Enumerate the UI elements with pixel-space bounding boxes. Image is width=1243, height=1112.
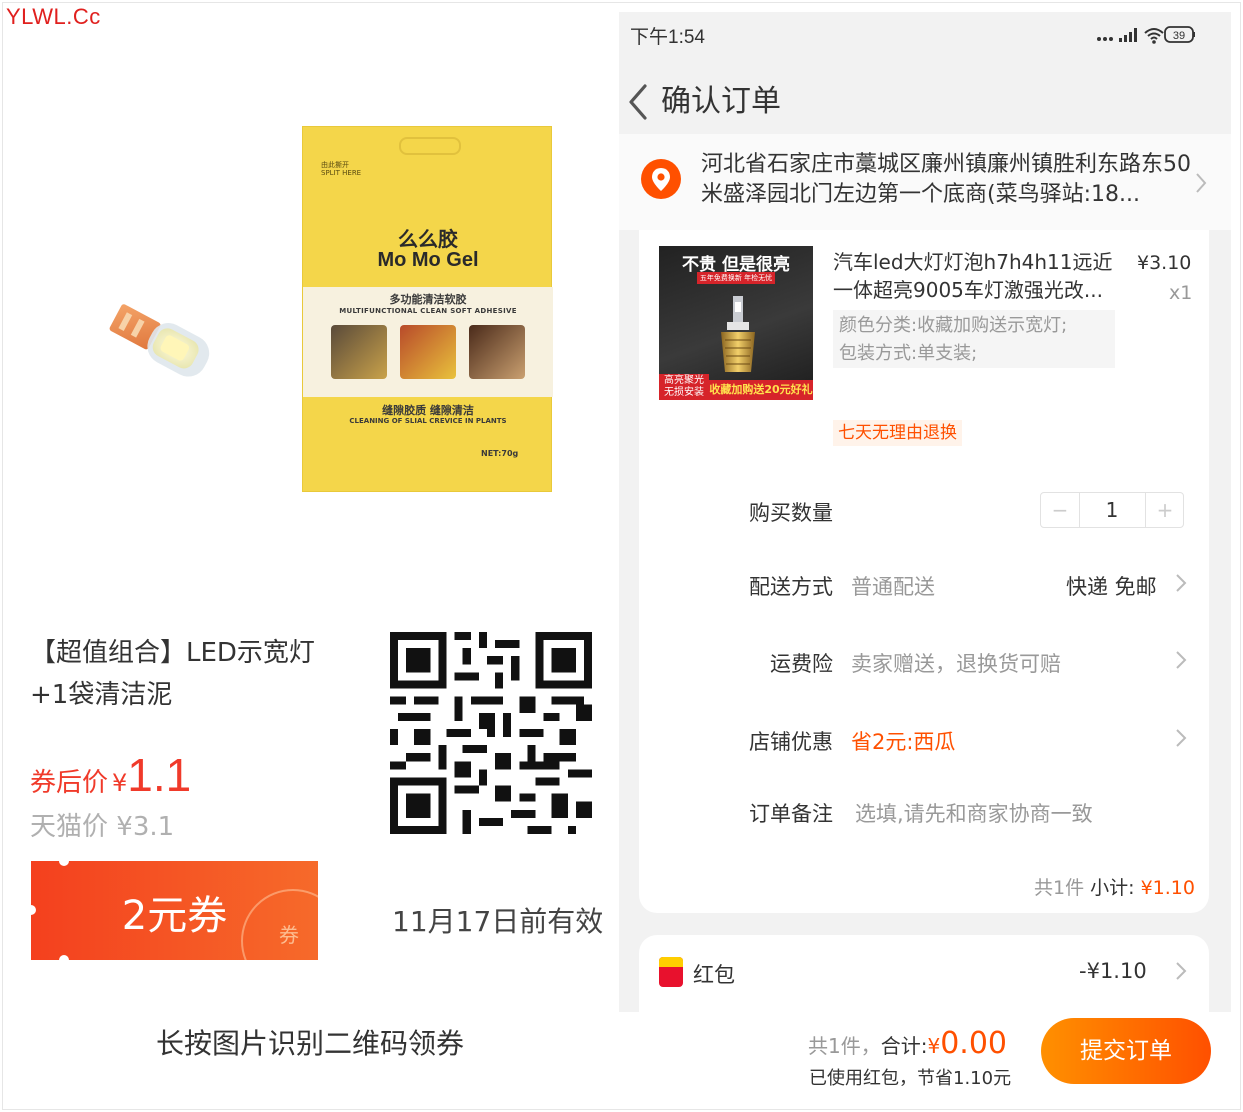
bag-net-weight: NET:70g	[481, 449, 519, 458]
red-packet-label: 红包	[693, 963, 735, 987]
chevron-right-icon	[1196, 173, 1207, 193]
saved-note: 已使用红包，节省1.10元	[809, 1068, 1012, 1089]
return-policy-badge: 七天无理由退换	[833, 420, 962, 446]
sku-color: 颜色分类:收藏加购送示宽灯;	[839, 315, 1068, 336]
quantity-stepper: − 1 +	[1040, 492, 1184, 528]
promo-title: 【超值组合】LED示宽灯+1袋清洁泥	[30, 638, 315, 710]
bag-sub-cn: 缝隙胶质 缝隙清洁	[382, 404, 474, 417]
wifi-icon	[1144, 28, 1164, 40]
red-packet-icon	[659, 957, 683, 987]
bag-white-band: 多功能清洁软胶 MULTIFUNCTIONAL CLEAN SOFT ADHES…	[303, 287, 553, 397]
bag-tag-cn: 多功能清洁软胶	[389, 293, 467, 306]
address-row[interactable]: 河北省石家庄市藁城区廉州镇廉州镇胜利东路东50米盛泽园北门左边第一个底商(菜鸟驿…	[619, 134, 1231, 230]
bag-hang-hole	[399, 137, 461, 155]
product-name[interactable]: 汽车led大灯灯泡h7h4h11远近一体超亮9005车灯激强光改...	[833, 248, 1113, 304]
chevron-left-icon[interactable]	[625, 82, 649, 122]
wifi-dot	[1152, 40, 1156, 44]
battery-level: 39	[1173, 30, 1185, 42]
total-label: 合计:	[880, 1034, 928, 1058]
product-image-right-footer: 收藏加购送20元好礼	[709, 380, 813, 400]
bag-photo-1	[331, 325, 387, 379]
tmall-price-value: ¥3.1	[116, 812, 175, 842]
address-text: 河北省石家庄市藁城区廉州镇廉州镇胜利东路东50米盛泽园北门左边第一个底商(菜鸟驿…	[701, 152, 1191, 207]
after-coupon-label: 券后价	[30, 768, 109, 798]
page-title: 确认订单	[661, 84, 781, 119]
shipping-insurance-label: 运费险	[770, 652, 833, 676]
scan-hint: 长按图片识别二维码领券	[156, 1027, 465, 1060]
shipping-insurance-value: 卖家赠送，退换货可赔	[851, 652, 1061, 676]
subtotal-label: 小计:	[1090, 877, 1135, 899]
subtotal-count: 共1件	[1034, 877, 1085, 899]
chevron-right-icon	[1176, 729, 1187, 747]
chevron-right-icon	[1176, 962, 1187, 980]
product-sku: 颜色分类:收藏加购送示宽灯; 包装方式:单支装;	[833, 310, 1115, 368]
tmall-price-label: 天猫价	[30, 812, 109, 842]
order-card: 不贵 但是很亮 五年免费换新 年检无忧 高亮聚光 无损安装 收藏加购送20元好礼…	[639, 230, 1209, 913]
shop-discount-value: 省2元:西瓜	[851, 730, 956, 754]
product-image-sub: 五年免费换新 年检无忧	[697, 272, 775, 284]
led-bulb-image	[109, 304, 210, 377]
bag-photo-3	[469, 325, 525, 379]
status-time: 下午1:54	[630, 27, 705, 48]
location-pin-icon	[641, 159, 681, 199]
coupon-text: 2元券	[121, 893, 228, 939]
after-coupon-currency: ¥	[112, 769, 128, 797]
more-dots-icon	[1097, 37, 1113, 41]
chevron-right-icon	[1176, 651, 1187, 669]
total-currency: ¥	[927, 1034, 941, 1058]
cleaning-gel-bag-image: 由此撕开 SPLIT HERE 么么胶 Mo Mo Gel 多功能清洁软胶 MU…	[302, 126, 553, 492]
coupon-button[interactable]: 券 2元券	[31, 861, 318, 960]
coupon-valid-until: 11月17日前有效	[392, 905, 604, 938]
cell-signal-icon	[1119, 28, 1137, 42]
quantity-minus-button[interactable]: −	[1041, 493, 1080, 527]
headlight-bulb-graphic	[721, 296, 755, 372]
bag-split-hint: 由此撕开 SPLIT HERE	[321, 161, 362, 177]
quantity-value[interactable]: 1	[1079, 493, 1145, 527]
status-bar: 下午1:54 39	[619, 12, 1231, 62]
product-price: ¥3.10	[1137, 252, 1192, 274]
subtotal: 共1件 小计: ¥1.10	[1034, 873, 1195, 900]
bag-brand-en: Mo Mo Gel	[377, 249, 479, 271]
order-total: 共1件，合计:¥0.00	[808, 1026, 1007, 1061]
red-packet-row[interactable]: 红包 -¥1.10	[639, 935, 1209, 1012]
shop-discount-label: 店铺优惠	[749, 730, 833, 754]
coupon-notch	[59, 861, 69, 866]
bag-tag-en: MULTIFUNCTIONAL CLEAN SOFT ADHESIVE	[339, 307, 517, 315]
red-packet-amount: -¥1.10	[1079, 959, 1147, 983]
sku-pack: 包装方式:单支装;	[839, 343, 978, 364]
delivery-right: 快递 免邮	[1066, 575, 1157, 599]
status-icons: 39	[1097, 26, 1195, 44]
chevron-right-icon	[1176, 574, 1187, 592]
product-image-left-footer: 高亮聚光 无损安装	[659, 374, 709, 400]
quantity-label: 购买数量	[749, 501, 833, 525]
after-coupon-price: 券后价 ¥1.1	[30, 748, 191, 802]
product-quantity: x1	[1169, 282, 1193, 304]
after-coupon-value: 1.1	[127, 749, 192, 801]
order-note-label: 订单备注	[749, 802, 833, 826]
bag-photo-2	[400, 325, 456, 379]
product-image[interactable]: 不贵 但是很亮 五年免费换新 年检无忧 高亮聚光 无损安装 收藏加购送20元好礼	[659, 246, 813, 400]
total-amount: ¥0.00	[927, 1026, 1007, 1061]
total-count: 共1件，	[808, 1034, 881, 1058]
order-note-input[interactable]: 选填,请先和商家协商一致	[855, 798, 1093, 828]
phone-screenshot: 下午1:54 39 确认订单 河北省石家庄市藁城区廉州镇廉州镇胜利东路东50米盛…	[619, 12, 1231, 1012]
bag-sub-en: CLEANING OF SLIAL CREVICE IN PLANTS	[349, 417, 507, 425]
submit-order-button[interactable]: 提交订单	[1041, 1018, 1211, 1084]
watermark: YLWL.Cc	[6, 4, 101, 29]
bag-brand-cn: 么么胶	[398, 227, 458, 251]
subtotal-amount: ¥1.10	[1140, 877, 1195, 899]
quantity-plus-button[interactable]: +	[1145, 493, 1184, 527]
delivery-value: 普通配送	[851, 575, 935, 599]
battery-tip	[1193, 32, 1195, 37]
delivery-label: 配送方式	[749, 575, 833, 599]
tmall-price: 天猫价 ¥3.1	[30, 806, 174, 843]
coupon-notch	[59, 955, 69, 960]
qr-code[interactable]	[390, 632, 592, 834]
total-value: 0.00	[940, 1026, 1008, 1061]
